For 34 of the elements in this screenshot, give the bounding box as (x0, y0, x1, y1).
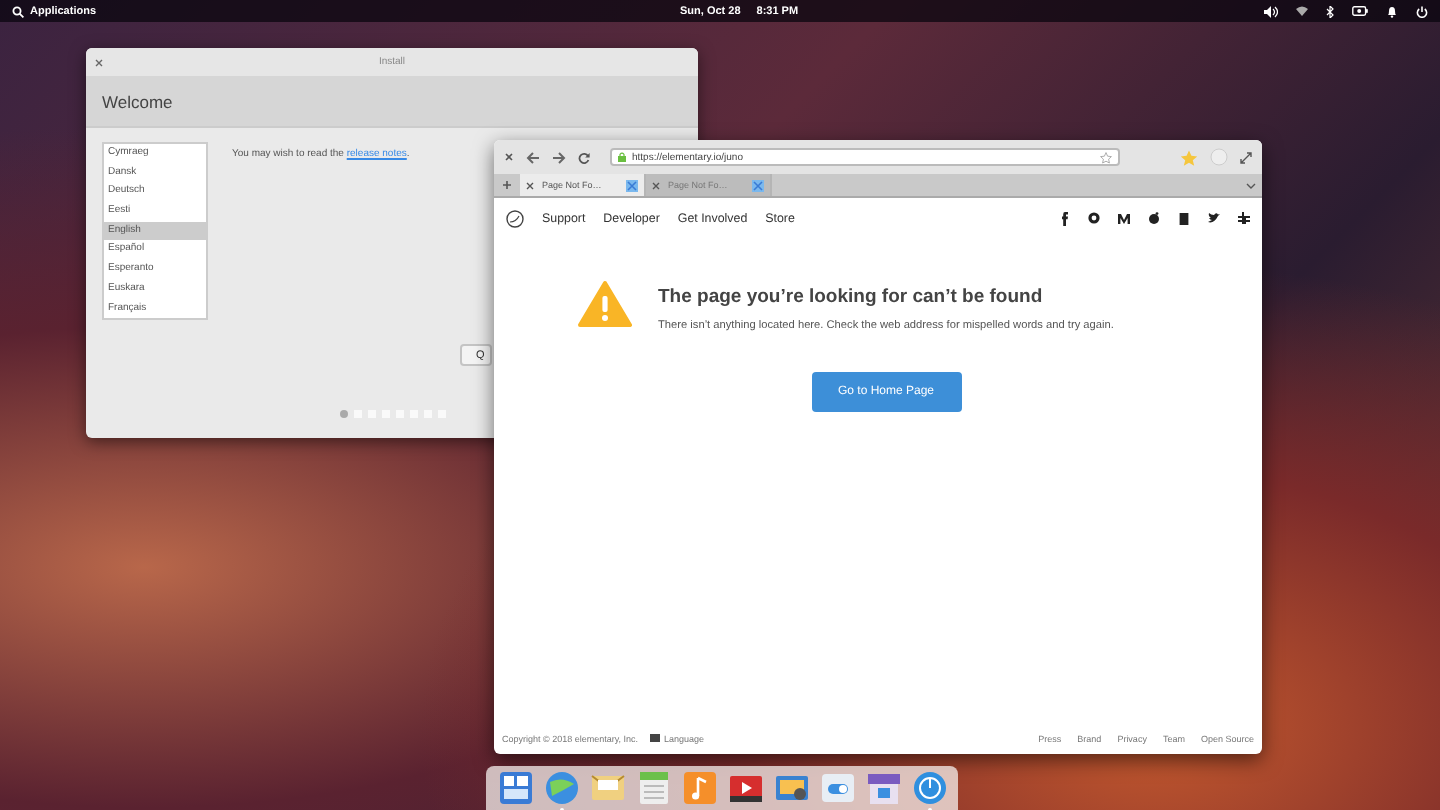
forward-icon[interactable] (552, 151, 566, 163)
social-icon[interactable] (1178, 211, 1190, 225)
close-icon[interactable] (652, 181, 660, 189)
page-icon (626, 179, 638, 191)
star-icon[interactable] (1100, 151, 1112, 163)
social-icon[interactable] (1118, 211, 1130, 225)
back-icon[interactable] (526, 151, 540, 163)
social-icon[interactable] (1148, 211, 1160, 225)
lock-icon (618, 152, 626, 162)
search-icon[interactable] (12, 5, 24, 17)
reload-icon[interactable] (578, 151, 590, 163)
wifi-icon[interactable] (1296, 6, 1308, 16)
bell-icon[interactable] (1386, 5, 1398, 17)
close-icon[interactable] (94, 57, 104, 67)
social-icon[interactable] (1208, 211, 1220, 225)
close-icon[interactable] (526, 181, 534, 189)
new-tab-icon[interactable] (502, 180, 512, 190)
bluetooth-icon[interactable] (1326, 5, 1334, 17)
power-icon[interactable] (1416, 5, 1428, 17)
social-icon[interactable] (1088, 211, 1100, 225)
caret-icon[interactable] (1246, 181, 1256, 189)
welcome-heading: Welcome (102, 91, 173, 111)
social-icon[interactable] (1238, 211, 1250, 225)
battery-icon[interactable] (1352, 6, 1368, 16)
fullscreen-icon[interactable] (1240, 151, 1252, 163)
bookmark-star-icon[interactable] (1180, 149, 1198, 165)
page-icon (752, 179, 764, 191)
warning-icon (578, 280, 632, 328)
error-title: The page you’re looking for can’t be found (658, 286, 1045, 308)
social-icon[interactable] (1058, 211, 1070, 225)
close-icon[interactable] (504, 152, 514, 162)
logo-icon[interactable] (506, 209, 524, 227)
page-dot[interactable] (340, 410, 348, 419)
volume-icon[interactable] (1264, 5, 1278, 17)
